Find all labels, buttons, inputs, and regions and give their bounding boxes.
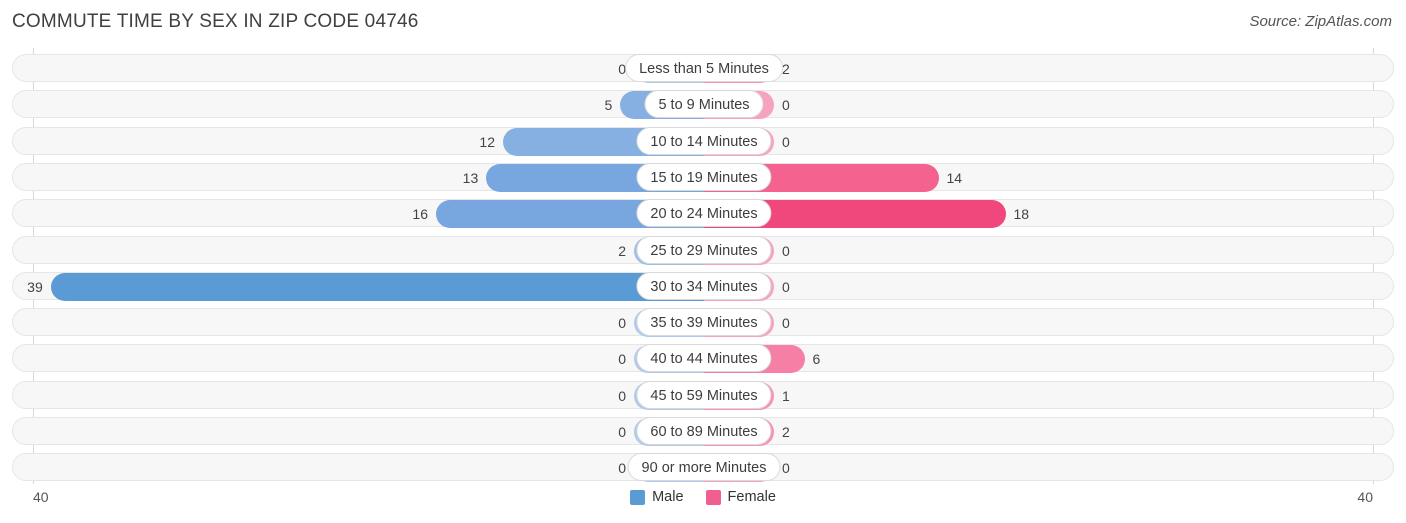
table-row: 0 2 Less than 5 Minutes [12,54,1394,83]
category-label: 45 to 59 Minutes [636,380,772,409]
plot-area: 0 2 Less than 5 Minutes 5 0 5 to 9 Minutes 12 0… [0,48,1406,485]
value-label-male: 12 [479,133,495,150]
value-label-male: 0 [618,315,626,332]
chart-header: COMMUTE TIME BY SEX IN ZIP CODE 04746 So… [0,0,1406,46]
category-label: Less than 5 Minutes [625,54,783,82]
table-row: 0 2 60 to 89 Minutes [12,417,1394,446]
value-label-male: 0 [618,460,626,477]
legend-item-female[interactable]: Female [705,489,776,505]
category-label: 15 to 19 Minutes [636,162,772,191]
value-label-female: 0 [782,133,790,150]
value-label-female: 6 [812,351,821,368]
category-label: 5 to 9 Minutes [644,90,764,119]
table-row: 12 0 10 to 14 Minutes [12,126,1394,156]
category-label: 10 to 14 Minutes [636,126,772,155]
value-label-female: 0 [782,460,790,477]
value-label-female: 0 [782,315,790,332]
legend-label-male: Male [652,489,684,505]
legend-swatch-female [705,489,721,505]
value-label-male: 13 [462,169,479,186]
value-label-female: 2 [782,424,790,440]
table-row: 16 18 20 to 24 Minutes [12,199,1394,229]
legend-item-male[interactable]: Male [630,489,684,505]
value-label-female: 18 [1013,206,1030,223]
value-label-female: 0 [782,242,790,259]
category-label: 25 to 29 Minutes [636,235,772,264]
value-label-male: 0 [618,351,626,368]
value-label-male: 0 [618,387,626,404]
value-label-female: 2 [782,61,790,77]
page-title: COMMUTE TIME BY SEX IN ZIP CODE 04746 [12,11,419,32]
table-row: 0 6 40 to 44 Minutes [12,344,1394,374]
category-label: 20 to 24 Minutes [636,199,772,228]
bar-male[interactable] [50,272,704,301]
table-row: 39 0 30 to 34 Minutes [12,271,1394,301]
value-label-female: 14 [946,169,963,186]
value-label-male: 5 [604,97,613,114]
chart-container: COMMUTE TIME BY SEX IN ZIP CODE 04746 So… [0,0,1406,523]
category-label: 40 to 44 Minutes [636,344,772,373]
value-label-female: 0 [782,97,790,114]
value-label-female: 1 [782,387,790,404]
table-row: 5 0 5 to 9 Minutes [12,90,1394,120]
category-label: 90 or more Minutes [627,453,781,482]
legend-label-female: Female [727,489,776,505]
value-label-male: 0 [618,61,626,77]
table-row: 13 14 15 to 19 Minutes [12,162,1394,192]
category-label: 30 to 34 Minutes [636,271,772,300]
value-label-female: 0 [782,278,790,295]
value-label-male: 39 [27,278,43,295]
value-label-male: 2 [618,242,626,259]
value-label-male: 16 [412,206,428,223]
category-label: 60 to 89 Minutes [636,417,772,445]
table-row: 0 0 90 or more Minutes [12,453,1394,483]
legend-swatch-male [630,489,646,505]
category-label: 35 to 39 Minutes [636,308,772,337]
table-row: 2 0 25 to 29 Minutes [12,235,1394,265]
value-label-male: 0 [618,424,626,440]
table-row: 0 1 45 to 59 Minutes [12,380,1394,410]
chart-legend: Male Female [0,489,1406,505]
chart-footer: 40 40 Male Female [0,486,1406,523]
table-row: 0 0 35 to 39 Minutes [12,308,1394,338]
source-attribution: Source: ZipAtlas.com [1249,13,1392,30]
